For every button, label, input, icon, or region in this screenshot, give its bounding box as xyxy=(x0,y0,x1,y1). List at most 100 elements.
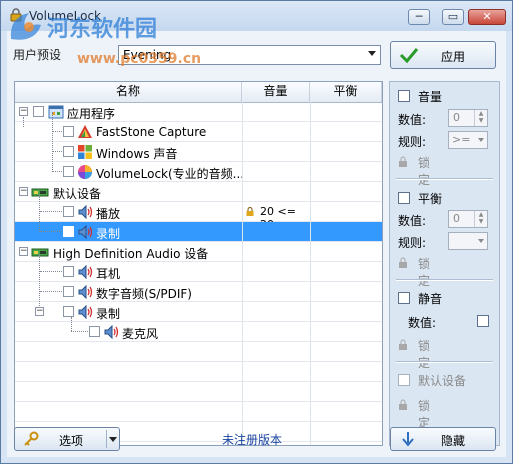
tree-row-spdif[interactable]: 数字音频(S/PDIF) xyxy=(15,282,382,302)
tree-line xyxy=(40,211,62,213)
hide-button[interactable]: 隐藏 xyxy=(390,427,496,451)
collapse-icon[interactable]: − xyxy=(19,187,28,196)
preset-label: 用户预设 xyxy=(13,48,62,62)
chevron-down-icon xyxy=(478,138,484,142)
volume-value-label: 数值: xyxy=(398,113,427,127)
lock-icon xyxy=(399,156,407,167)
spinner-arrows[interactable]: ▲ ▼ xyxy=(474,110,487,126)
volume-value: 0 xyxy=(453,111,460,124)
tree-row-applications[interactable]: − 应用程序 xyxy=(15,102,382,122)
row-checkbox[interactable] xyxy=(89,326,100,337)
collapse-icon[interactable]: − xyxy=(19,247,28,256)
collapse-icon[interactable]: − xyxy=(35,307,44,316)
divider xyxy=(396,279,493,281)
tree-label: FastStone Capture xyxy=(96,125,207,139)
tree-line xyxy=(53,151,62,153)
row-checkbox[interactable] xyxy=(33,106,44,117)
tree-label: 录制 xyxy=(96,307,121,321)
down-arrow-icon: ▼ xyxy=(478,117,484,124)
chevron-down-icon xyxy=(368,51,376,56)
row-checkbox[interactable] xyxy=(63,206,74,217)
tree-line xyxy=(53,131,62,133)
row-checkbox[interactable] xyxy=(63,266,74,277)
speaker-icon xyxy=(78,224,93,240)
spinner-arrows[interactable]: ▲ ▼ xyxy=(474,211,487,227)
tree-row-headphones[interactable]: 耳机 xyxy=(15,262,382,282)
tree-label: 数字音频(S/PDIF) xyxy=(96,287,192,301)
default-device-title: 默认设备 xyxy=(418,374,467,388)
tree-line xyxy=(53,171,62,173)
volume-value-spinner[interactable]: 0 ▲ ▼ xyxy=(448,109,488,127)
empty-row xyxy=(15,402,382,422)
options-button[interactable]: 选项 xyxy=(14,427,120,451)
row-checkbox[interactable] xyxy=(63,306,74,317)
lock-app-icon xyxy=(10,8,22,22)
row-checkbox[interactable] xyxy=(63,166,74,177)
default-device-checkbox[interactable] xyxy=(398,374,410,386)
tree-row-windows-sounds[interactable]: Windows 声音 xyxy=(15,142,382,162)
volume-lock-label: 锁定 xyxy=(418,156,431,187)
preset-dropdown[interactable]: Evening xyxy=(118,45,381,65)
tree-label: High Definition Audio 设备 xyxy=(53,247,209,261)
balance-value-spinner[interactable]: 0 ▲ ▼ xyxy=(448,210,488,228)
volume-rule-label: 规则: xyxy=(398,135,427,149)
lock-icon xyxy=(399,339,407,350)
windows-logo-icon xyxy=(78,145,92,159)
close-icon: ✕ xyxy=(482,10,492,23)
up-arrow-icon: ▲ xyxy=(478,211,484,218)
minimize-button[interactable]: ─ xyxy=(408,9,430,25)
title-bar[interactable]: VolumeLock ─ ▭ ✕ xyxy=(1,1,512,31)
mute-checkbox[interactable] xyxy=(398,292,410,304)
tree-row-volumelock[interactable]: VolumeLock(专业的音频... xyxy=(15,162,382,182)
balance-checkbox[interactable] xyxy=(398,192,410,204)
lock-icon xyxy=(399,257,407,268)
hide-label: 隐藏 xyxy=(441,434,466,448)
column-header-volume[interactable]: 音量 xyxy=(242,82,310,102)
row-checkbox[interactable] xyxy=(63,286,74,297)
chevron-down-icon xyxy=(478,239,484,243)
column-header-name[interactable]: 名称 xyxy=(15,82,242,102)
mute-title: 静音 xyxy=(418,292,443,306)
unregistered-version-link[interactable]: 未注册版本 xyxy=(222,431,282,448)
close-button[interactable]: ✕ xyxy=(468,9,506,25)
maximize-button[interactable]: ▭ xyxy=(442,9,464,25)
balance-value-label: 数值: xyxy=(398,214,427,228)
balance-rule-dropdown[interactable] xyxy=(448,232,488,250)
collapse-icon[interactable]: − xyxy=(19,107,28,116)
tree-line xyxy=(52,112,54,172)
volume-title: 音量 xyxy=(418,90,443,104)
balance-value: 0 xyxy=(453,212,460,225)
up-arrow-icon: ▲ xyxy=(478,110,484,117)
volume-checkbox[interactable] xyxy=(398,90,410,102)
tree-row-recording-default[interactable]: 录制 xyxy=(15,222,382,242)
balance-rule-label: 规则: xyxy=(398,236,427,250)
device-tree-grid[interactable]: 名称 音量 平衡 − 应用程序 FastStone Capture Window… xyxy=(14,81,383,446)
down-arrow-icon: ▼ xyxy=(478,218,484,225)
row-checkbox[interactable] xyxy=(63,146,74,157)
row-checkbox[interactable] xyxy=(63,126,74,137)
mute-lock-label: 锁定 xyxy=(418,339,431,370)
mute-value-label: 数值: xyxy=(408,316,437,330)
column-divider xyxy=(242,102,243,445)
arrow-down-icon xyxy=(402,432,414,447)
chevron-down-icon[interactable] xyxy=(109,437,117,442)
tree-row-playback[interactable]: 播放 20 <= 20 xyxy=(15,202,382,231)
tree-label: 耳机 xyxy=(96,267,121,281)
preset-selected: Evening xyxy=(123,48,172,62)
column-header-balance[interactable]: 平衡 xyxy=(310,82,382,102)
checkmark-icon xyxy=(399,48,419,64)
grid-header: 名称 音量 平衡 xyxy=(15,82,382,103)
lock-settings-panel: 音量 数值: 0 ▲ ▼ 规则: >= 锁定 平衡 数值: 0 ▲ ▼ 规则: 锁定 xyxy=(389,81,500,446)
volume-rule-dropdown[interactable]: >= xyxy=(448,131,488,149)
tree-line xyxy=(39,194,41,232)
tree-row-faststone[interactable]: FastStone Capture xyxy=(15,122,382,142)
tree-label: 默认设备 xyxy=(53,187,102,201)
empty-row xyxy=(15,382,382,402)
speaker-icon xyxy=(78,304,93,320)
tree-row-hd-audio[interactable]: − High Definition Audio 设备 xyxy=(15,242,382,262)
apply-button[interactable]: 应用 xyxy=(390,41,496,69)
row-checkbox[interactable] xyxy=(63,226,74,237)
mute-value-checkbox[interactable] xyxy=(477,315,489,327)
apply-label: 应用 xyxy=(441,50,466,64)
tree-row-default-devices[interactable]: − 默认设备 xyxy=(15,182,382,202)
